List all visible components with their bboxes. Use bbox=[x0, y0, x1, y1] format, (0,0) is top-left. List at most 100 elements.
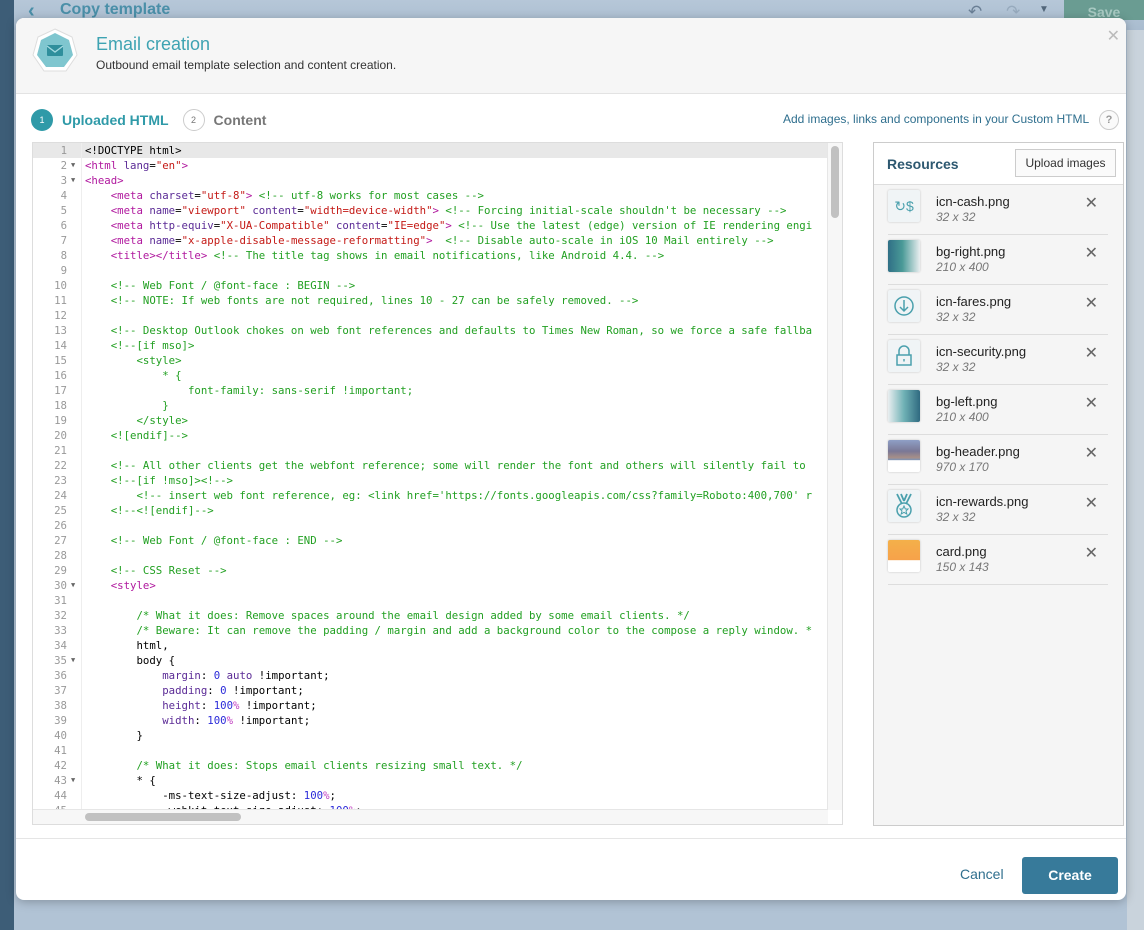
code-token-attr: charset bbox=[149, 189, 195, 202]
remove-resource-icon[interactable]: ✕ bbox=[1085, 193, 1098, 213]
remove-resource-icon[interactable]: ✕ bbox=[1085, 243, 1098, 263]
line-number: 11 bbox=[33, 293, 81, 308]
code-line[interactable]: 15 <style> bbox=[33, 353, 828, 368]
code-line[interactable]: 33 /* Beware: It can remove the padding … bbox=[33, 623, 828, 638]
code-token-attr: padding bbox=[162, 684, 208, 697]
remove-resource-icon[interactable]: ✕ bbox=[1085, 443, 1098, 463]
code-line[interactable]: 19 </style> bbox=[33, 413, 828, 428]
code-line[interactable]: 36 margin: 0 auto !important; bbox=[33, 668, 828, 683]
help-icon[interactable]: ? bbox=[1099, 110, 1119, 130]
caret-down-icon[interactable]: ▼ bbox=[1039, 4, 1049, 15]
code-line[interactable]: 18 } bbox=[33, 398, 828, 413]
code-line[interactable]: 39 width: 100% !important; bbox=[33, 713, 828, 728]
horizontal-scrollbar[interactable] bbox=[33, 809, 828, 824]
code-line[interactable]: 24 <!-- insert web font reference, eg: <… bbox=[33, 488, 828, 503]
horizontal-scroll-thumb[interactable] bbox=[85, 813, 241, 821]
save-button[interactable]: Save bbox=[1064, 0, 1144, 20]
code-line[interactable]: 2 ▼ <html lang="en"> bbox=[33, 158, 828, 173]
line-number: 33 bbox=[33, 623, 81, 638]
step-1-number[interactable]: 1 bbox=[31, 109, 53, 131]
step-uploaded-html[interactable]: Uploaded HTML bbox=[62, 112, 169, 128]
code-line[interactable]: 43 ▼ * { bbox=[33, 773, 828, 788]
resource-item[interactable]: card.png 150 x 143 ✕ bbox=[888, 535, 1108, 585]
code-line[interactable]: 21 bbox=[33, 443, 828, 458]
fold-toggle-icon[interactable]: ▼ bbox=[71, 173, 75, 188]
code-line[interactable]: 4 <meta charset="utf-8"> <!-- utf-8 work… bbox=[33, 188, 828, 203]
resource-item[interactable]: ↻$ icn-cash.png 32 x 32 ✕ bbox=[888, 185, 1108, 235]
code-text: <!-- NOTE: If web fonts are not required… bbox=[85, 293, 639, 308]
code-line[interactable]: 28 bbox=[33, 548, 828, 563]
line-number: 28 bbox=[33, 548, 81, 563]
code-line[interactable]: 14 <!--[if mso]> bbox=[33, 338, 828, 353]
resource-item[interactable]: bg-left.png 210 x 400 ✕ bbox=[888, 385, 1108, 435]
remove-resource-icon[interactable]: ✕ bbox=[1085, 293, 1098, 313]
step-content[interactable]: Content bbox=[214, 112, 267, 128]
code-line[interactable]: 9 bbox=[33, 263, 828, 278]
code-line[interactable]: 44 -ms-text-size-adjust: 100%; bbox=[33, 788, 828, 803]
code-line[interactable]: 6 <meta http-equiv="X-UA-Compatible" con… bbox=[33, 218, 828, 233]
code-text: <!-- Web Font / @font-face : END --> bbox=[85, 533, 343, 548]
resource-item[interactable]: bg-header.png 970 x 170 ✕ bbox=[888, 435, 1108, 485]
code-line[interactable]: 26 bbox=[33, 518, 828, 533]
resources-list: ↻$ icn-cash.png 32 x 32 ✕ bg-right.png 210 x … bbox=[874, 185, 1123, 585]
cancel-button[interactable]: Cancel bbox=[960, 866, 1004, 882]
code-line[interactable]: 31 bbox=[33, 593, 828, 608]
code-line[interactable]: 25 <!--<![endif]--> bbox=[33, 503, 828, 518]
code-line[interactable]: 22 <!-- All other clients get the webfon… bbox=[33, 458, 828, 473]
code-token-com: <!--<![endif]--> bbox=[85, 504, 214, 517]
code-text: <meta charset="utf-8"> <!-- utf-8 works … bbox=[85, 188, 484, 203]
code-line[interactable]: 40 } bbox=[33, 728, 828, 743]
code-lines[interactable]: 1 <!DOCTYPE html> 2 ▼ <html lang="en"> 3 ▼ <hea… bbox=[33, 143, 828, 810]
remove-resource-icon[interactable]: ✕ bbox=[1085, 343, 1098, 363]
code-line[interactable]: 5 <meta name="viewport" content="width=d… bbox=[33, 203, 828, 218]
remove-resource-icon[interactable]: ✕ bbox=[1085, 493, 1098, 513]
vertical-scrollbar[interactable] bbox=[827, 143, 842, 810]
code-line[interactable]: 35 ▼ body { bbox=[33, 653, 828, 668]
code-token-str: "width=device-width" bbox=[303, 204, 433, 217]
code-line[interactable]: 13 <!-- Desktop Outlook chokes on web fo… bbox=[33, 323, 828, 338]
custom-html-hint: Add images, links and components in your… bbox=[783, 112, 1090, 126]
code-line[interactable]: 34 html, bbox=[33, 638, 828, 653]
close-icon[interactable]: ✕ bbox=[1107, 26, 1120, 46]
fold-toggle-icon[interactable]: ▼ bbox=[71, 578, 75, 593]
code-line[interactable]: 1 <!DOCTYPE html> bbox=[33, 143, 828, 158]
code-line[interactable]: 29 <!-- CSS Reset --> bbox=[33, 563, 828, 578]
code-line[interactable]: 41 bbox=[33, 743, 828, 758]
html-code-editor[interactable]: 1 <!DOCTYPE html> 2 ▼ <html lang="en"> 3 ▼ <hea… bbox=[32, 142, 843, 825]
code-token-tag: <html bbox=[85, 159, 118, 172]
code-text: * { bbox=[85, 368, 181, 383]
fold-toggle-icon[interactable]: ▼ bbox=[71, 773, 75, 788]
code-line[interactable]: 32 /* What it does: Remove spaces around… bbox=[33, 608, 828, 623]
code-line[interactable]: 30 ▼ <style> bbox=[33, 578, 828, 593]
code-line[interactable]: 11 <!-- NOTE: If web fonts are not requi… bbox=[33, 293, 828, 308]
fold-toggle-icon[interactable]: ▼ bbox=[71, 158, 75, 173]
resource-item[interactable]: icn-rewards.png 32 x 32 ✕ bbox=[888, 485, 1108, 535]
code-token-tag: <head> bbox=[85, 174, 124, 187]
code-line[interactable]: 8 <title></title> <!-- The title tag sho… bbox=[33, 248, 828, 263]
code-line[interactable]: 27 <!-- Web Font / @font-face : END --> bbox=[33, 533, 828, 548]
code-line[interactable]: 42 /* What it does: Stops email clients … bbox=[33, 758, 828, 773]
code-line[interactable]: 16 * { bbox=[33, 368, 828, 383]
create-button[interactable]: Create bbox=[1022, 857, 1118, 894]
code-text: <!-- All other clients get the webfont r… bbox=[85, 458, 806, 473]
fold-toggle-icon[interactable]: ▼ bbox=[71, 653, 75, 668]
remove-resource-icon[interactable]: ✕ bbox=[1085, 543, 1098, 563]
code-line[interactable]: 20 <![endif]--> bbox=[33, 428, 828, 443]
step-2-number[interactable]: 2 bbox=[182, 109, 205, 131]
resource-item[interactable]: icn-fares.png 32 x 32 ✕ bbox=[888, 285, 1108, 335]
code-line[interactable]: 3 ▼ <head> bbox=[33, 173, 828, 188]
vertical-scroll-thumb[interactable] bbox=[831, 146, 839, 218]
code-line[interactable]: 10 <!-- Web Font / @font-face : BEGIN --… bbox=[33, 278, 828, 293]
code-line[interactable]: 12 bbox=[33, 308, 828, 323]
code-line[interactable]: 37 padding: 0 !important; bbox=[33, 683, 828, 698]
code-line[interactable]: 7 <meta name="x-apple-disable-message-re… bbox=[33, 233, 828, 248]
code-line[interactable]: 38 height: 100% !important; bbox=[33, 698, 828, 713]
remove-resource-icon[interactable]: ✕ bbox=[1085, 393, 1098, 413]
card-image-thumbnail bbox=[888, 540, 920, 572]
resource-item[interactable]: icn-security.png 32 x 32 ✕ bbox=[888, 335, 1108, 385]
code-line[interactable]: 23 <!--[if !mso]><!--> bbox=[33, 473, 828, 488]
code-line[interactable]: 17 font-family: sans-serif !important; bbox=[33, 383, 828, 398]
resource-name: bg-right.png bbox=[936, 244, 1006, 259]
upload-images-button[interactable]: Upload images bbox=[1015, 149, 1116, 177]
resource-item[interactable]: bg-right.png 210 x 400 ✕ bbox=[888, 235, 1108, 285]
